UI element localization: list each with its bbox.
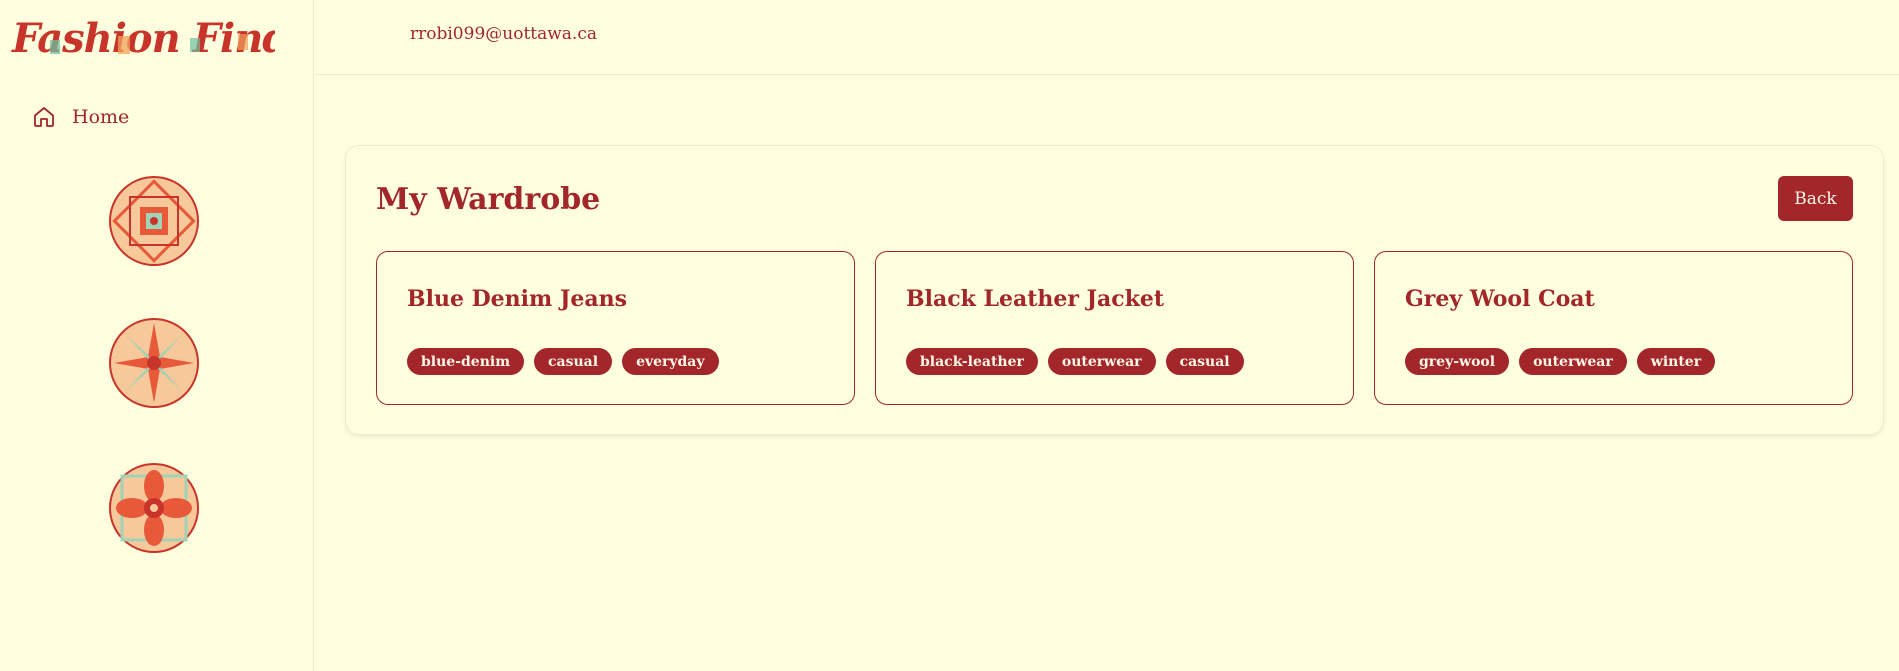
tag: blue-denim	[407, 348, 525, 375]
sidebar: Fashion Finders Home	[0, 0, 314, 671]
tag-list: black-leather outerwear casual	[906, 348, 1244, 375]
tag: grey-wool	[1405, 348, 1510, 375]
sidebar-item-home[interactable]: Home	[32, 104, 129, 130]
sidebar-item-label: Home	[72, 106, 130, 128]
wardrobe-card[interactable]: Grey Wool Coat grey-wool outerwear winte…	[1374, 251, 1853, 405]
item-name: Blue Denim Jeans	[407, 286, 628, 312]
logo[interactable]: Fashion Finders	[10, 4, 275, 70]
tag-list: blue-denim casual everyday	[407, 348, 719, 375]
tag: outerwear	[1047, 348, 1156, 375]
tag: black-leather	[906, 348, 1038, 375]
mandala-icon	[109, 318, 199, 408]
app-root: Fashion Finders Home	[0, 0, 1899, 671]
user-email[interactable]: rrobi099@uottawa.ca	[410, 24, 597, 44]
page-title: My Wardrobe	[376, 182, 601, 217]
wardrobe-card[interactable]: Black Leather Jacket black-leather outer…	[875, 251, 1354, 405]
svg-text:Fashion Finders: Fashion Finders	[11, 15, 275, 62]
wardrobe-card[interactable]: Blue Denim Jeans blue-denim casual every…	[376, 251, 855, 405]
tag: casual	[1165, 348, 1244, 375]
wardrobe-list: Blue Denim Jeans blue-denim casual every…	[376, 251, 1853, 405]
mandala-icon	[109, 176, 199, 266]
tag: casual	[534, 348, 613, 375]
tag: winter	[1636, 348, 1716, 375]
tag: outerwear	[1519, 348, 1627, 375]
tag-list: grey-wool outerwear winter	[1405, 348, 1716, 375]
tag: everyday	[622, 348, 719, 375]
home-icon	[34, 107, 54, 127]
top-bar: rrobi099@uottawa.ca	[315, 0, 1899, 75]
back-button[interactable]: Back	[1778, 176, 1853, 221]
item-name: Grey Wool Coat	[1405, 286, 1595, 312]
wardrobe-panel: My Wardrobe Back Blue Denim Jeans blue-d…	[345, 145, 1884, 435]
item-name: Black Leather Jacket	[906, 286, 1165, 312]
mandala-icon	[109, 463, 199, 553]
